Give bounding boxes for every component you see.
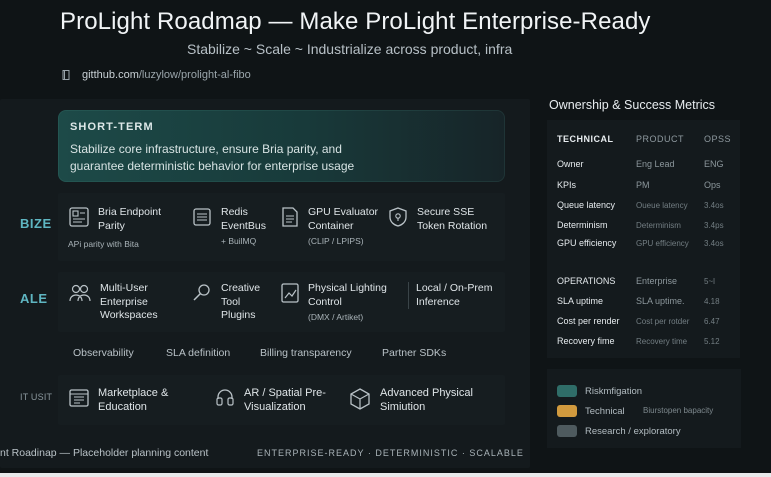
legend-item: Research / exploratory bbox=[557, 425, 681, 437]
chart-icon bbox=[281, 283, 299, 303]
item-title: Advanced Physical Simiution bbox=[380, 387, 473, 413]
item-subtitle: (DMX / Artiket) bbox=[308, 312, 364, 322]
legend-item: Technical bbox=[557, 405, 625, 417]
metric-value: PM bbox=[636, 180, 650, 190]
metrics-title: Ownership & Success Metrics bbox=[549, 98, 716, 112]
book-icon bbox=[69, 389, 89, 407]
metric-section-header: OPERATIONS bbox=[557, 276, 616, 286]
column-header: TECHNICAL bbox=[557, 134, 614, 144]
metric-value: GPU efficiency bbox=[636, 239, 689, 248]
item-multi-user[interactable]: Multi-User Enterprise Workspaces bbox=[68, 282, 183, 323]
metric-value: Ops bbox=[704, 180, 721, 190]
industrialize-label: IT USIT bbox=[20, 392, 53, 402]
item-subtitle: + BuilMQ bbox=[221, 236, 257, 246]
document-icon bbox=[69, 207, 89, 227]
item-marketplace-education[interactable]: Marketplace & Education bbox=[68, 387, 188, 414]
wand-icon bbox=[193, 284, 210, 301]
legend-item: Riskmfigation bbox=[557, 385, 642, 397]
pill-partner-sdks[interactable]: Partner SDKs bbox=[382, 347, 446, 359]
item-title: Redis EventBus bbox=[221, 206, 266, 232]
metric-key: GPU efficiency bbox=[557, 238, 617, 248]
stabilize-label: BIZE bbox=[20, 216, 52, 231]
metric-value: Cost per rotder bbox=[636, 317, 690, 326]
legend-label: Research / exploratory bbox=[585, 425, 681, 437]
item-creative-tool-plugins[interactable]: Creative Tool Plugins bbox=[191, 282, 276, 323]
pill-billing-transparency[interactable]: Billing transparency bbox=[260, 347, 352, 359]
metric-value: Recovery time bbox=[636, 337, 688, 346]
item-local-onprem[interactable]: Local / On-Prem Inference bbox=[408, 282, 503, 309]
item-title: GPU Evaluator Container bbox=[308, 206, 379, 232]
metric-key: SLA uptime bbox=[557, 296, 604, 306]
metric-key: Queue latency bbox=[557, 200, 616, 210]
bottom-edge bbox=[0, 473, 771, 477]
item-redis-eventbus[interactable]: Redis EventBus + BuilMQ bbox=[191, 206, 281, 246]
server-icon bbox=[193, 208, 211, 226]
file-icon bbox=[282, 207, 298, 227]
cube-icon bbox=[350, 388, 370, 410]
item-advanced-physical[interactable]: Advanced Physical Simiution bbox=[348, 387, 488, 414]
metric-value: 3.4ps bbox=[704, 221, 724, 230]
users-icon bbox=[69, 284, 91, 302]
item-subtitle: APi parity with Bita bbox=[68, 239, 139, 249]
headset-icon bbox=[216, 389, 234, 406]
legend-label: Technical bbox=[585, 405, 625, 417]
item-title: Multi-User Enterprise Workspaces bbox=[100, 282, 158, 321]
metric-value: Enterprise bbox=[636, 276, 678, 286]
metric-value: 6.47 bbox=[704, 317, 720, 326]
legend-swatch bbox=[557, 405, 577, 417]
metric-key: Cost per render bbox=[557, 316, 620, 326]
short-term-description: Stabilize core infrastructure, ensure Br… bbox=[70, 142, 355, 173]
metric-value: Determinism bbox=[636, 221, 681, 230]
metric-value: 5~l bbox=[704, 277, 715, 286]
item-title: Creative Tool Plugins bbox=[221, 282, 261, 321]
legend-swatch bbox=[557, 385, 577, 397]
metric-key: Recovery fime bbox=[557, 336, 615, 346]
item-secure-sse[interactable]: Secure SSE Token Rotation bbox=[387, 206, 502, 233]
column-header: OPSS bbox=[704, 134, 732, 144]
item-gpu-evaluator[interactable]: GPU Evaluator Container (CLIP / LPIPS) bbox=[280, 206, 385, 246]
metric-value: SLA uptime. bbox=[636, 296, 685, 306]
item-title: Bria Endpoint Parity bbox=[98, 206, 162, 232]
item-title: Marketplace & Education bbox=[98, 387, 169, 413]
legend-label: Riskmfigation bbox=[585, 385, 643, 397]
item-subtitle: (CLIP / LPIPS) bbox=[308, 236, 364, 246]
page-subtitle: Stabilize ~ Scale ~ Industrialize across… bbox=[187, 41, 513, 57]
metric-value: Eng Lead bbox=[636, 159, 675, 169]
item-title: Secure SSE Token Rotation bbox=[417, 206, 488, 232]
metric-value: 3.4os bbox=[704, 201, 724, 210]
item-bria-endpoint-parity[interactable]: Bria Endpoint Parity bbox=[68, 206, 188, 233]
metric-key: Determinism bbox=[557, 220, 608, 230]
metric-value: 4.18 bbox=[704, 297, 720, 306]
item-title: Local / On-Prem Inference bbox=[416, 282, 493, 308]
short-term-title: SHORT-TERM bbox=[70, 121, 154, 133]
metric-value: Oueue latency bbox=[636, 201, 688, 210]
pill-observability[interactable]: Observability bbox=[73, 347, 134, 359]
metric-key: KPIs bbox=[557, 180, 577, 190]
metric-value: 5.12 bbox=[704, 337, 720, 346]
metrics-table: TECHNICAL PRODUCT OPSS Owner Eng Lead EN… bbox=[547, 120, 740, 358]
legend-note: Biurstopen bapacity bbox=[643, 406, 714, 415]
page-title: ProLight Roadmap — Make ProLight Enterpr… bbox=[60, 8, 651, 35]
repo-path: /luzylow/prolight-al-fibo bbox=[138, 69, 251, 81]
footer-text: nt Roadinap — Placeholder planning conte… bbox=[0, 447, 209, 459]
metric-key: Owner bbox=[557, 159, 584, 169]
column-header: PRODUCT bbox=[636, 134, 684, 144]
item-title: AR / Spatial Pre-Visualization bbox=[244, 387, 326, 413]
metric-value: 3.4os bbox=[704, 239, 724, 248]
github-icon bbox=[62, 70, 70, 80]
legend-swatch bbox=[557, 425, 577, 437]
scale-label: ALE bbox=[20, 291, 48, 306]
item-ar-spatial[interactable]: AR / Spatial Pre-Visualization bbox=[214, 387, 344, 414]
shield-icon bbox=[389, 207, 407, 227]
repo-host: gitthub.com bbox=[82, 69, 139, 81]
pill-sla-definition[interactable]: SLA definition bbox=[166, 347, 230, 359]
repo-link[interactable]: gitthub.com/luzylow/prolight-al-fibo bbox=[60, 69, 251, 81]
item-physical-lighting[interactable]: Physical Lighting Control (DMX / Artiket… bbox=[280, 282, 395, 322]
metric-value: ENG bbox=[704, 159, 724, 169]
item-title: Physical Lighting Control bbox=[308, 282, 387, 308]
footer-tags: ENTERPRISE-READY · DETERMINISTIC · SCALA… bbox=[257, 448, 524, 458]
short-term-card: SHORT-TERM Stabilize core infrastructure… bbox=[58, 110, 505, 182]
